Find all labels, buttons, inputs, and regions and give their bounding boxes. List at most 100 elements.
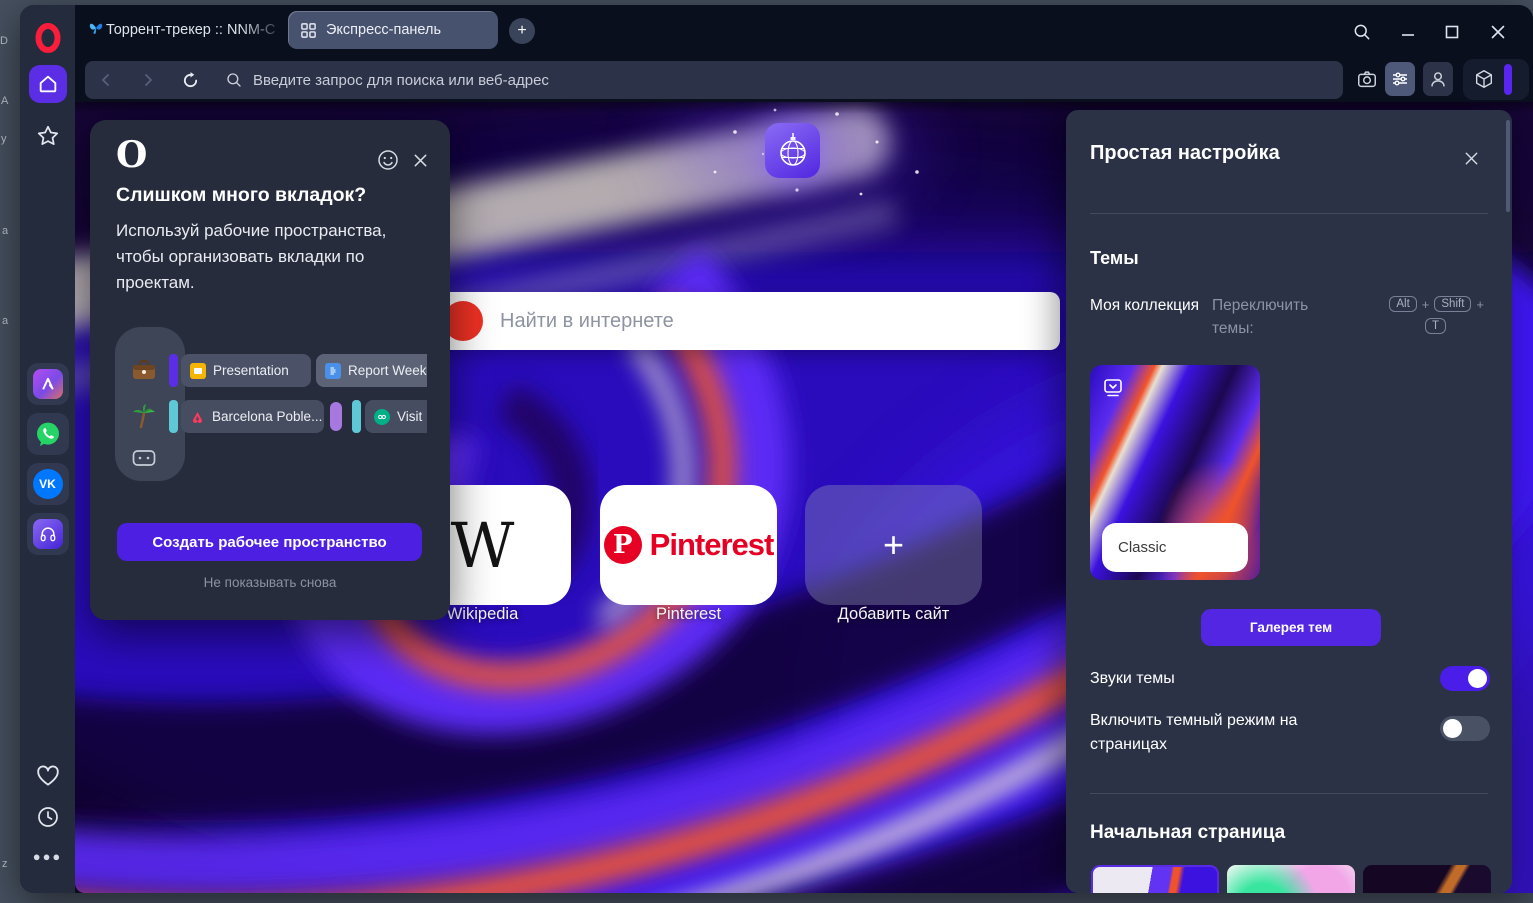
pinterest-wordmark: Pinterest: [649, 527, 775, 562]
search-icon: [1354, 24, 1370, 40]
close-icon: [1465, 152, 1477, 164]
sidebar-whatsapp-button[interactable]: [26, 413, 69, 455]
theme-name-pill[interactable]: Classic: [1102, 523, 1248, 572]
sidebar-aria-button[interactable]: [26, 363, 69, 405]
workspace-pill-indicator: [330, 402, 342, 431]
torrent-tab-favicon-butterfly-icon: [88, 20, 104, 36]
my-collection-tab[interactable]: Моя коллекция: [1090, 294, 1202, 317]
sidebar-vk-button[interactable]: VK: [26, 463, 69, 505]
web-search-bar[interactable]: [425, 292, 1060, 350]
start-page-thumb-selected[interactable]: [1091, 865, 1219, 893]
tile-add-site[interactable]: +: [805, 485, 982, 605]
theme-shortcut-keys: Alt + Shift + T: [1354, 296, 1484, 334]
divider: [1090, 793, 1488, 794]
reload-button[interactable]: [177, 71, 203, 90]
start-page-thumb[interactable]: [1227, 865, 1355, 893]
workspace-indicator: [169, 400, 178, 433]
dark-mode-label: Включить темный режим на страницах: [1090, 712, 1298, 753]
toggle-knob: [1443, 719, 1462, 738]
pinterest-logo-icon: P: [603, 526, 642, 564]
popup-title: Слишком много вкладок?: [116, 184, 367, 206]
theme-sounds-label: Звуки темы: [1090, 670, 1175, 687]
opera-menu-button[interactable]: [32, 21, 64, 55]
person-icon: [1431, 72, 1445, 87]
window-minimize-button[interactable]: [1395, 19, 1421, 45]
toggle-knob: [1468, 669, 1487, 688]
theme-card-classic[interactable]: Classic: [1090, 365, 1260, 580]
ellipsis-icon: ●●●: [32, 848, 63, 864]
panel-title: Простая настройка: [1090, 142, 1280, 164]
web-search-input[interactable]: [500, 292, 1020, 350]
theme-gallery-button[interactable]: Галерея тем: [1201, 609, 1381, 646]
panel-scroll-indicator[interactable]: [1504, 64, 1512, 95]
back-button[interactable]: [93, 72, 119, 88]
theme-sounds-toggle[interactable]: [1440, 666, 1490, 691]
briefcase-icon: [129, 355, 159, 385]
sidebar-player-button[interactable]: [26, 513, 69, 555]
sidebar-history-button[interactable]: [35, 804, 61, 830]
star-icon: [37, 125, 58, 145]
clock-icon: [37, 807, 58, 827]
minimize-icon: [1402, 34, 1414, 36]
tab-speed-dial[interactable]: Экспресс-панель: [288, 11, 498, 49]
sidebar-home-button[interactable]: [28, 65, 67, 103]
start-page: W P Pinterest + Wikipedia Pinterest Доба…: [75, 102, 1533, 893]
gamepad-icon: [129, 443, 159, 473]
panel-close-button[interactable]: [1459, 146, 1483, 170]
new-tab-button[interactable]: +: [509, 18, 535, 44]
extensions-cube-button[interactable]: [1473, 68, 1495, 90]
desktop-icon-text: a: [2, 315, 9, 327]
palm-tree-icon: [129, 401, 159, 431]
dont-show-again-link[interactable]: Не показывать снова: [90, 575, 450, 590]
sidebar-more-button[interactable]: ●●●: [28, 846, 68, 866]
vk-icon: VK: [32, 469, 63, 499]
reload-icon: [183, 71, 197, 87]
feedback-smiley-button[interactable]: [376, 148, 400, 172]
panel-scrollbar[interactable]: [1506, 120, 1510, 212]
profile-button[interactable]: [1423, 62, 1453, 96]
window-maximize-button[interactable]: [1439, 19, 1465, 45]
address-search-icon: [221, 71, 247, 89]
slides-doc-icon: [190, 362, 206, 379]
desktop-icon-text: y: [1, 133, 7, 145]
popup-body: Используй рабочие пространства, чтобы ор…: [116, 221, 387, 292]
disco-ball-icon: [779, 132, 806, 166]
create-workspace-button[interactable]: Создать рабочее пространство: [117, 523, 422, 561]
tile-pinterest[interactable]: P Pinterest: [600, 485, 777, 605]
desktop-icon-text: a: [2, 225, 9, 237]
dark-mode-toggle[interactable]: [1440, 716, 1490, 741]
address-input[interactable]: [253, 71, 1153, 89]
start-page-heading: Начальная страница: [1090, 822, 1286, 843]
workspaces-popup: O Слишком много вкладок? Используй рабоч…: [90, 120, 450, 620]
smiley-icon: [378, 150, 398, 170]
workspace-tab-report: Report Weekly: [316, 354, 427, 387]
tab-torrent[interactable]: Торрент-трекер :: NNM-C: [106, 22, 286, 38]
plus-icon: +: [882, 524, 905, 565]
window-close-button[interactable]: [1485, 19, 1511, 45]
address-bar[interactable]: [85, 61, 1343, 99]
sidebar-bookmarks-button[interactable]: [33, 121, 63, 151]
sidebar-likes-button[interactable]: [34, 763, 62, 789]
start-page-thumb[interactable]: [1363, 865, 1491, 893]
wikipedia-logo: W: [450, 508, 515, 582]
tab-search-button[interactable]: [1349, 19, 1375, 45]
close-icon: [414, 154, 426, 166]
desktop-icon-text: D: [0, 35, 8, 47]
shuffle-disco-button[interactable]: [765, 123, 820, 178]
divider: [1090, 213, 1488, 214]
tab-bar: Торрент-трекер :: NNM-C Экспресс-панель …: [75, 5, 1533, 57]
wallpaper-badge-icon: [1102, 377, 1124, 399]
opera-logo-text: O: [116, 134, 148, 176]
camera-icon: [1358, 71, 1376, 88]
whatsapp-icon: [36, 422, 59, 446]
speed-dial-grid-icon: [301, 22, 316, 38]
tab-speed-dial-label: Экспресс-панель: [326, 22, 442, 38]
popup-close-button[interactable]: [408, 148, 432, 172]
key-alt: Alt: [1389, 296, 1417, 312]
easy-setup-panel: Простая настройка Темы Моя коллекция Пер…: [1066, 110, 1512, 893]
snapshot-button[interactable]: [1352, 62, 1382, 96]
cube-icon: [1475, 70, 1493, 88]
easy-setup-button[interactable]: [1385, 62, 1415, 96]
maximize-icon: [1445, 25, 1459, 39]
forward-button[interactable]: [135, 72, 161, 88]
